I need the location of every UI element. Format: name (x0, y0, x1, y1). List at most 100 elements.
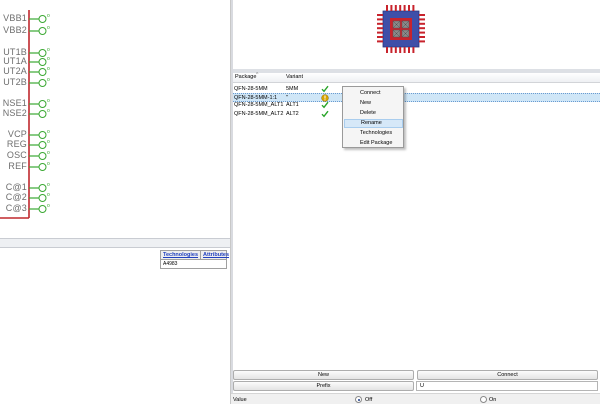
package-pad (377, 22, 383, 25)
package-pad (394, 47, 397, 53)
technologies-header-link[interactable]: Technologies (161, 251, 202, 259)
pin-end-circle (38, 184, 47, 192)
pin-end-circle (38, 131, 47, 139)
pin-number-mark: o (47, 98, 50, 104)
pin-end-circle (38, 163, 47, 171)
menu-item-delete[interactable]: Delete (344, 109, 403, 118)
package-pad (412, 47, 415, 53)
pin-label: VBB1 (3, 13, 27, 23)
pin-number-mark: o (47, 182, 50, 188)
pin-end-circle (38, 100, 47, 108)
pin-label: UT2A (3, 66, 27, 76)
package-pad (403, 5, 406, 11)
package-pad (377, 31, 383, 34)
package-name: QFN-28-5MM_ALT1 (234, 102, 284, 108)
pin-end-circle (38, 205, 47, 213)
value-off-radio[interactable] (355, 396, 362, 403)
pin-number-mark: o (47, 77, 50, 83)
value-on-radio[interactable] (480, 396, 487, 403)
package-pad (377, 27, 383, 30)
package-pad (408, 5, 410, 11)
package-column-header[interactable]: Package (235, 74, 256, 80)
sort-arrow-icon: ^ (256, 72, 259, 78)
menu-item-connect[interactable]: Connect (344, 89, 403, 98)
package-pad (419, 14, 425, 16)
pin-number-mark: o (47, 139, 50, 145)
value-on-label: On (489, 397, 497, 403)
qfn-package-preview-image (377, 5, 425, 53)
package-pad (399, 5, 402, 11)
pin-label: VBB2 (3, 25, 27, 35)
menu-item-new[interactable]: New (344, 99, 403, 108)
prefix-button[interactable]: Prefix (233, 381, 414, 391)
package-pad (419, 36, 425, 38)
package-pad (399, 47, 402, 53)
package-pad (419, 22, 425, 25)
package-row[interactable]: QFN-28-5MM_ALT2 ALT2 (233, 110, 600, 119)
pin-end-circle (38, 15, 47, 23)
schematic-canvas[interactable]: ooooooooooooooo VBB1 VBB2 UT1B UT1A UT2A UT2B… (0, 0, 230, 240)
pin-end-circle (38, 27, 47, 35)
pin-label: REF (8, 161, 27, 171)
check-icon (321, 110, 329, 118)
package-pad (394, 5, 397, 11)
pin-label: C@3 (5, 203, 27, 213)
left-horizontal-splitter[interactable] (0, 238, 230, 248)
connect-button[interactable]: Connect (417, 370, 598, 380)
package-pad (390, 5, 393, 11)
pin-label: C@1 (5, 182, 27, 192)
pin-number-mark: o (47, 47, 50, 53)
context-menu: Connect New Delete Rename Technologies E… (342, 86, 404, 148)
pin-label: UT2B (3, 77, 27, 87)
pin-number-mark: o (47, 25, 50, 31)
value-label: Value (233, 397, 247, 403)
package-pad (419, 40, 425, 43)
pin-end-circle (38, 68, 47, 76)
package-pad (419, 18, 425, 21)
package-pad (412, 5, 415, 11)
pin-number-mark: o (47, 13, 50, 19)
pin-number-mark: o (47, 150, 50, 156)
package-name: QFN-28-5MM_ALT2 (234, 111, 284, 117)
package-name: QFN-28-5MM (234, 86, 268, 92)
pin-label: VCP (7, 129, 27, 139)
pin-end-circle (38, 58, 47, 66)
package-pad (377, 18, 383, 21)
package-pad (377, 14, 383, 16)
package-row[interactable]: QFN-28-5MM_ALT1 ALT1 (233, 101, 600, 110)
variant-column-header[interactable]: Variant (286, 74, 303, 80)
package-preview (233, 0, 600, 70)
package-variant: ALT1 (286, 102, 299, 108)
package-pad (419, 31, 425, 34)
new-button[interactable]: New (233, 370, 414, 380)
menu-item-technologies[interactable]: Technologies (344, 129, 403, 138)
pin-label: NSE1 (2, 98, 27, 108)
check-icon (321, 85, 329, 93)
pin-end-circle (38, 79, 47, 87)
package-pad (377, 36, 383, 38)
pin-number-mark: o (47, 192, 50, 198)
pin-end-circle (38, 194, 47, 202)
package-list-header: Package ^ Variant (233, 72, 600, 83)
package-pad (386, 47, 388, 53)
package-variant: ALT2 (286, 111, 299, 117)
menu-item-rename[interactable]: Rename (344, 119, 403, 128)
pin-number-mark: o (47, 66, 50, 72)
pin-number-mark: o (47, 129, 50, 135)
package-pad (408, 47, 410, 53)
package-pad (390, 47, 393, 53)
value-bar: Value Off On (231, 393, 600, 404)
pin-end-circle (38, 152, 47, 160)
prefix-input[interactable]: U (416, 381, 598, 391)
schematic-drawing: ooooooooooooooo (0, 10, 50, 219)
pin-end-circle (38, 141, 47, 149)
pin-number-mark: o (47, 161, 50, 167)
technology-row[interactable]: A4983 (161, 260, 226, 268)
attributes-header-link[interactable]: Attributes (201, 251, 231, 259)
technologies-attributes-table: Technologies Attributes A4983 (160, 250, 229, 269)
package-variant: 5MM (286, 86, 299, 92)
package-pad (419, 27, 425, 30)
pin-number-mark: o (47, 108, 50, 114)
pin-label: REG (6, 139, 27, 149)
menu-item-edit-package[interactable]: Edit Package (344, 139, 403, 148)
